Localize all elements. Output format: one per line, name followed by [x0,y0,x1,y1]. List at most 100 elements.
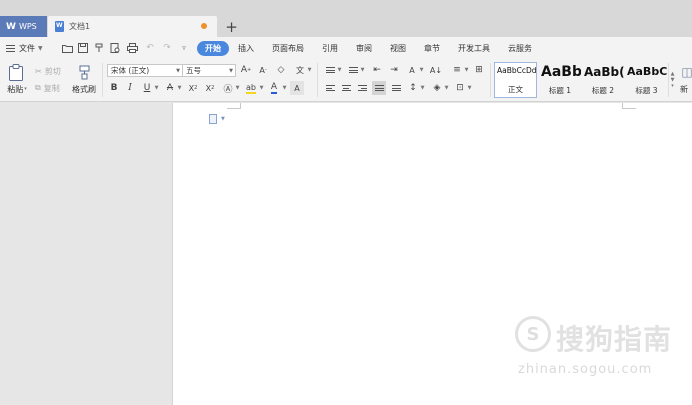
chevron-down-icon[interactable]: ▼ [337,63,342,77]
format-painter-icon[interactable] [74,63,94,81]
highlight-icon[interactable]: ab [244,81,258,95]
chevron-down-icon[interactable]: ▼ [360,63,365,77]
chevron-down-icon[interactable]: ▼ [259,81,264,95]
print-icon[interactable] [126,42,138,54]
increase-indent-icon[interactable]: ⇥ [387,63,401,77]
format-painter-button[interactable]: 格式刷 [70,83,98,95]
save-icon[interactable] [77,42,89,54]
chevron-down-icon[interactable]: ▼ [235,81,240,95]
font-size-select[interactable]: 五号 ▼ [182,64,236,77]
text-effect-icon[interactable]: Ⓐ [221,81,235,95]
style-name: 标题 3 [635,86,658,95]
decrease-font-size-icon[interactable]: A- [256,63,270,77]
tab-document[interactable]: 文档1 [48,16,217,37]
style-name: 正文 [508,85,523,94]
document-workspace: ▼ [0,103,692,405]
tab-home[interactable]: 开始 [197,41,229,56]
print-preview-icon[interactable] [109,42,121,54]
phonetic-guide-icon[interactable]: 文 [293,63,307,77]
new-tab-button[interactable]: + [224,16,239,37]
ribbon-tabs: 开始 插入 页面布局 引用 审阅 视图 章节 开发工具 云服务 [197,41,541,56]
format-painter-quick-icon[interactable] [93,42,105,54]
style-normal[interactable]: AaBbCcDd 正文 [494,62,537,98]
tab-developer[interactable]: 开发工具 [449,41,499,56]
file-menu-label: 文件 [19,43,35,53]
copy-label: 复制 [43,83,60,93]
tab-review[interactable]: 审阅 [347,41,381,56]
borders-icon[interactable]: ⊡ [453,81,467,95]
chevron-down-icon[interactable]: ▼ [420,81,425,95]
margin-corner-mark [622,103,636,109]
paste-options-icon[interactable] [209,114,217,124]
subscript-icon[interactable]: X2 [203,81,217,95]
strikethrough-icon[interactable]: A [163,81,177,95]
paste-icon[interactable] [5,63,27,81]
chevron-down-icon[interactable]: ▼ [444,81,449,95]
document-page[interactable]: ▼ [172,103,692,405]
chinese-layout-icon[interactable]: A [405,63,419,77]
italic-icon[interactable]: I [123,81,137,95]
chevron-down-icon[interactable]: ▼ [464,63,469,77]
chevron-down-icon: ▼ [38,44,43,52]
hamburger-icon [6,44,15,52]
superscript-icon[interactable]: X2 [186,81,200,95]
customize-toolbar-icon[interactable]: ▿ [178,42,190,54]
justify-icon[interactable] [372,81,386,95]
style-preview: AaBbCcDd [497,66,536,75]
align-right-icon[interactable] [355,81,369,95]
decrease-indent-icon[interactable]: ⇤ [370,63,384,77]
watermark-title: 搜狗指南 [556,323,673,356]
new-style-icon: ◫ [681,65,692,79]
font-name-value: 宋体 (正文) [111,66,150,75]
line-spacing-icon[interactable]: ↕ [406,81,420,95]
undo-icon[interactable]: ↶ [144,42,156,54]
font-name-select[interactable]: 宋体 (正文) ▼ [107,64,183,77]
numbered-list-icon[interactable] [346,63,360,77]
increase-font-size-icon[interactable]: A + [239,63,253,77]
underline-icon[interactable]: U [140,81,154,95]
distributed-align-icon[interactable] [389,81,403,95]
chevron-down-icon[interactable]: ▼ [154,81,159,95]
paste-button[interactable]: 粘贴 ▾ [4,83,30,95]
tab-cloud-services[interactable]: 云服务 [499,41,541,56]
cut-button[interactable]: ✂ 剪切 [35,65,61,77]
new-style-button[interactable]: 新 [680,83,692,95]
chevron-down-icon[interactable]: ▼ [221,116,225,122]
ribbon-home: 粘贴 ▾ ✂ 剪切 ⧉ 复制 格式刷 宋体 (正文) ▼ 五号 ▼ A + A- … [0,59,692,102]
shading-icon[interactable]: ◈ [430,81,444,95]
chevron-down-icon[interactable]: ▼ [282,81,287,95]
font-color-icon[interactable]: A [267,81,281,95]
paragraph-spacing-icon[interactable]: ≡ [450,63,464,77]
chevron-down-icon[interactable]: ▼ [467,81,472,95]
tab-references[interactable]: 引用 [313,41,347,56]
open-folder-icon[interactable] [61,42,73,54]
margin-corner-mark [227,103,241,109]
styles-scroll-icon[interactable]: ▲ ▼ ▾ [668,63,676,97]
style-heading-3[interactable]: AaBbC( 标题 3 [625,62,668,98]
align-center-icon[interactable] [339,81,353,95]
tab-view[interactable]: 视图 [381,41,415,56]
bullet-list-icon[interactable] [323,63,337,77]
file-menu-button[interactable]: 文件 ▼ [6,41,43,55]
style-preview: AaBb [541,65,581,79]
align-left-icon[interactable] [323,81,337,95]
tab-wps-home[interactable]: W WPS [0,16,47,37]
chevron-down-icon[interactable]: ▼ [307,63,312,77]
style-heading-2[interactable]: AaBb( 标题 2 [582,62,624,98]
copy-button[interactable]: ⧉ 复制 [35,82,60,94]
bold-icon[interactable]: B [107,81,121,95]
wps-logo-icon: W [6,21,16,32]
table-borders-icon[interactable]: ⊞ [472,63,486,77]
tab-section[interactable]: 章节 [415,41,449,56]
ribbon-separator [490,63,491,97]
chevron-down-icon[interactable]: ▼ [419,63,424,77]
style-heading-1[interactable]: AaBb 标题 1 [539,62,581,98]
tab-insert[interactable]: 插入 [229,41,263,56]
clear-formatting-icon[interactable]: ◇ [274,63,288,77]
redo-icon[interactable]: ↷ [161,42,173,54]
character-shading-icon[interactable]: A [290,81,304,95]
scissors-icon: ✂ [35,66,42,76]
tab-page-layout[interactable]: 页面布局 [263,41,313,56]
sort-icon[interactable]: A↓ [429,63,443,77]
chevron-down-icon[interactable]: ▼ [177,81,182,95]
